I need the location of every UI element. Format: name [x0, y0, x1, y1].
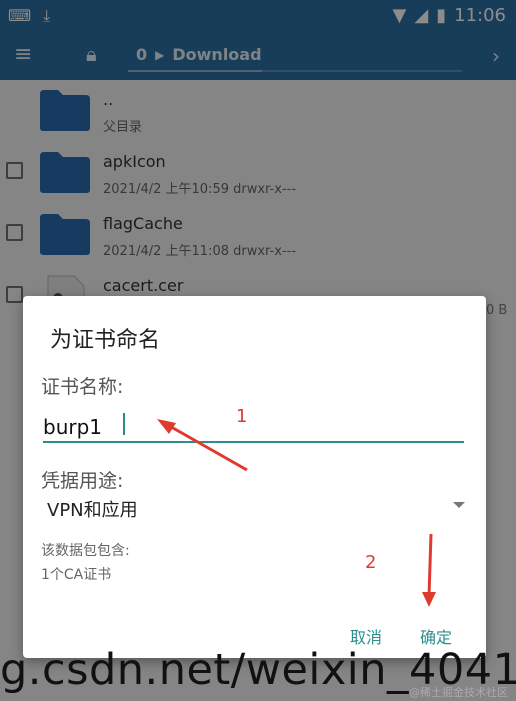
arrow-1-line	[165, 422, 248, 472]
annotation-arrows	[157, 419, 436, 607]
watermark-juejin: @稀土掘金技术社区	[409, 686, 508, 699]
annotation-number-2: 2	[365, 552, 377, 573]
arrow-1-head	[157, 419, 176, 434]
annotation-number-1: 1	[236, 406, 248, 427]
arrow-2-line	[427, 533, 433, 597]
arrow-2-head	[422, 592, 436, 607]
